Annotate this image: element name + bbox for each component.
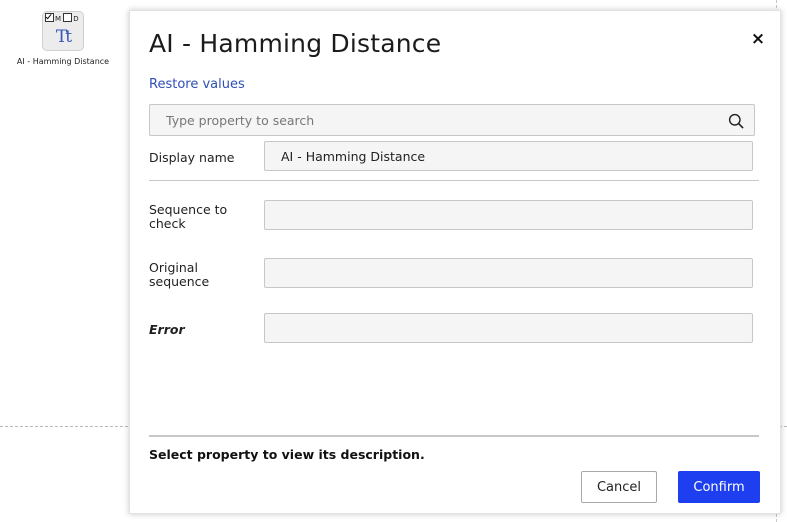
close-icon[interactable]: × — [750, 31, 766, 48]
error-field[interactable] — [264, 313, 753, 343]
sequence-to-check-field[interactable] — [264, 200, 753, 230]
divider — [149, 180, 759, 181]
original-sequence-label: Original sequence — [149, 260, 210, 289]
sequence-to-check-label: Sequence to check — [149, 202, 228, 231]
cancel-button[interactable]: Cancel — [581, 471, 657, 503]
properties-dialog: AI - Hamming Distance × Restore values D… — [129, 10, 781, 514]
flag-checkbox-checked-icon[interactable] — [45, 13, 54, 22]
text-type-icon: Tt — [55, 27, 72, 47]
restore-values-link[interactable]: Restore values — [149, 77, 245, 92]
display-name-label: Display name — [149, 150, 235, 165]
error-label: Error — [149, 322, 185, 337]
canvas-node[interactable]: M D Tt AI - Hamming Distance — [6, 11, 120, 66]
flag-checkbox-unchecked-icon[interactable] — [63, 13, 73, 22]
property-search — [149, 104, 755, 136]
confirm-button[interactable]: Confirm — [678, 471, 760, 503]
flag-d-label: D — [73, 15, 79, 23]
display-name-field[interactable] — [264, 141, 753, 171]
dialog-title: AI - Hamming Distance — [149, 29, 442, 58]
flag-m-label: M — [55, 15, 62, 23]
node-label: AI - Hamming Distance — [16, 57, 110, 66]
search-icon[interactable] — [728, 113, 744, 129]
search-input[interactable] — [150, 105, 720, 135]
description-divider — [149, 435, 759, 437]
node-flags: M D — [45, 13, 79, 24]
original-sequence-field[interactable] — [264, 258, 753, 288]
node-icon-box[interactable]: M D Tt — [42, 11, 84, 51]
property-description: Select property to view its description. — [149, 447, 425, 462]
